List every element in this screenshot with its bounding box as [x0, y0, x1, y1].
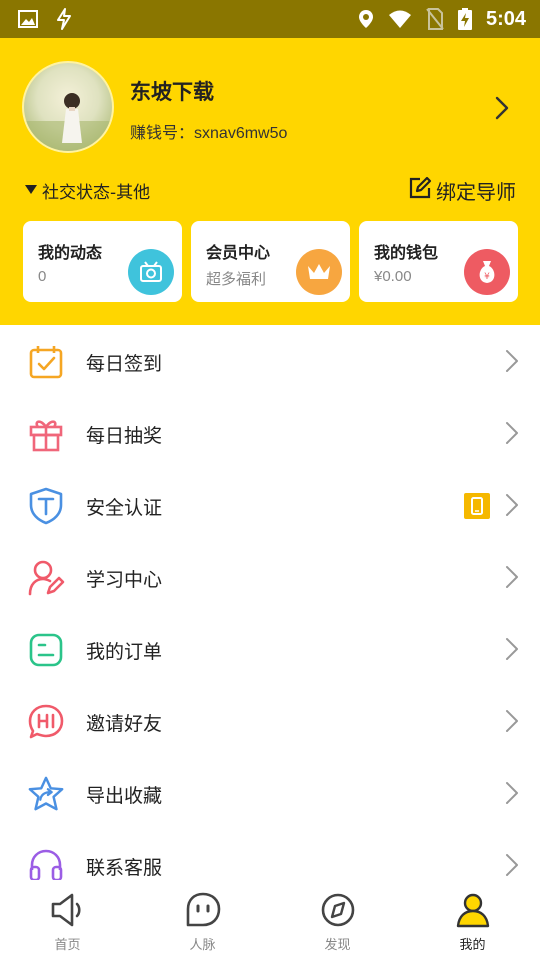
bottom-nav: 首页 人脉 发现 我的	[0, 880, 540, 960]
chevron-right-icon	[506, 710, 518, 732]
menu-label: 导出收藏	[86, 785, 163, 807]
menu-label: 我的订单	[86, 641, 163, 663]
profile-header: 东坡下载 赚钱号：sxnav6mw5o 社交状态-其他 绑定导师 我的动态 0 …	[0, 38, 540, 325]
earn-id-row: 赚钱号：sxnav6mw5o	[130, 119, 287, 143]
nav-contacts[interactable]: 人脉	[135, 880, 270, 960]
chat-face-icon	[183, 890, 223, 930]
star-share-icon	[27, 775, 65, 813]
menu-label: 每日签到	[86, 353, 163, 375]
bind-mentor-button[interactable]: 绑定导师	[408, 176, 516, 205]
menu-item-export-favorites[interactable]: 导出收藏	[0, 757, 540, 829]
chevron-right-icon	[506, 566, 518, 588]
card-title: 我的动态	[38, 243, 103, 262]
card-subtitle: ¥0.00	[374, 268, 412, 285]
username: 东坡下载	[130, 80, 214, 104]
bolt-icon	[56, 8, 72, 30]
hi-bubble-icon	[27, 703, 65, 741]
calendar-check-icon	[27, 343, 65, 381]
status-time: 5:04	[485, 7, 526, 30]
shortcut-cards: 我的动态 0 会员中心 超多福利 我的钱包 ¥0.00 ¥	[23, 221, 518, 302]
caret-down-icon	[24, 181, 38, 201]
menu-label: 联系客服	[86, 857, 163, 879]
shield-t-icon	[27, 487, 65, 525]
svg-text:¥: ¥	[484, 272, 490, 282]
nav-label: 人脉	[189, 938, 216, 953]
crown-icon	[296, 249, 342, 295]
profile-chevron-icon[interactable]	[488, 94, 516, 122]
nav-mine[interactable]: 我的	[405, 880, 540, 960]
chevron-right-icon	[506, 494, 518, 516]
order-icon	[27, 631, 65, 669]
compass-icon	[318, 890, 358, 930]
menu-list: 每日签到 每日抽奖 安全认证 学习中心 我的订单 邀请好友 导出收藏 联系客服	[0, 325, 540, 901]
image-icon	[18, 10, 38, 28]
menu-item-daily-lottery[interactable]: 每日抽奖	[0, 397, 540, 469]
chevron-right-icon	[506, 782, 518, 804]
avatar[interactable]	[22, 61, 114, 153]
card-subtitle: 超多福利	[206, 270, 267, 288]
status-bar: 5:04	[0, 0, 540, 38]
nav-discover[interactable]: 发现	[270, 880, 405, 960]
camera-icon	[128, 249, 174, 295]
menu-label: 学习中心	[86, 569, 163, 591]
nav-label: 首页	[54, 938, 81, 953]
social-status-label: 社交状态-其他	[42, 183, 151, 203]
card-my-wallet[interactable]: 我的钱包 ¥0.00 ¥	[359, 221, 518, 302]
phone-icon	[464, 493, 490, 519]
chevron-right-icon	[506, 854, 518, 876]
chevron-right-icon	[506, 422, 518, 444]
card-vip-center[interactable]: 会员中心 超多福利	[191, 221, 350, 302]
menu-item-invite-friends[interactable]: 邀请好友	[0, 685, 540, 757]
battery-charging-icon	[457, 8, 472, 30]
card-title: 我的钱包	[374, 243, 439, 262]
menu-label: 邀请好友	[86, 713, 163, 735]
earn-id-label: 赚钱号：	[130, 123, 195, 142]
menu-label: 安全认证	[86, 497, 163, 519]
location-icon	[358, 9, 374, 29]
menu-label: 每日抽奖	[86, 425, 163, 447]
user-pen-icon	[27, 559, 65, 597]
nav-home[interactable]: 首页	[0, 880, 135, 960]
earn-id-value: sxnav6mw5o	[194, 125, 288, 142]
no-sim-icon	[426, 8, 444, 30]
money-bag-icon: ¥	[464, 249, 510, 295]
wifi-icon	[388, 9, 412, 29]
social-status[interactable]: 社交状态-其他	[24, 178, 150, 203]
chevron-right-icon	[506, 350, 518, 372]
menu-item-security-auth[interactable]: 安全认证	[0, 469, 540, 541]
person-icon	[453, 890, 493, 930]
nav-label: 我的	[459, 938, 486, 953]
card-title: 会员中心	[206, 243, 271, 262]
menu-item-my-orders[interactable]: 我的订单	[0, 613, 540, 685]
gift-icon	[27, 415, 65, 453]
menu-item-daily-checkin[interactable]: 每日签到	[0, 325, 540, 397]
nav-label: 发现	[324, 938, 351, 953]
menu-item-learning-center[interactable]: 学习中心	[0, 541, 540, 613]
card-my-activity[interactable]: 我的动态 0	[23, 221, 182, 302]
bind-mentor-label: 绑定导师	[436, 180, 516, 204]
chevron-right-icon	[506, 638, 518, 660]
speaker-icon	[48, 890, 88, 930]
card-subtitle: 0	[38, 268, 47, 285]
edit-icon	[408, 176, 432, 205]
